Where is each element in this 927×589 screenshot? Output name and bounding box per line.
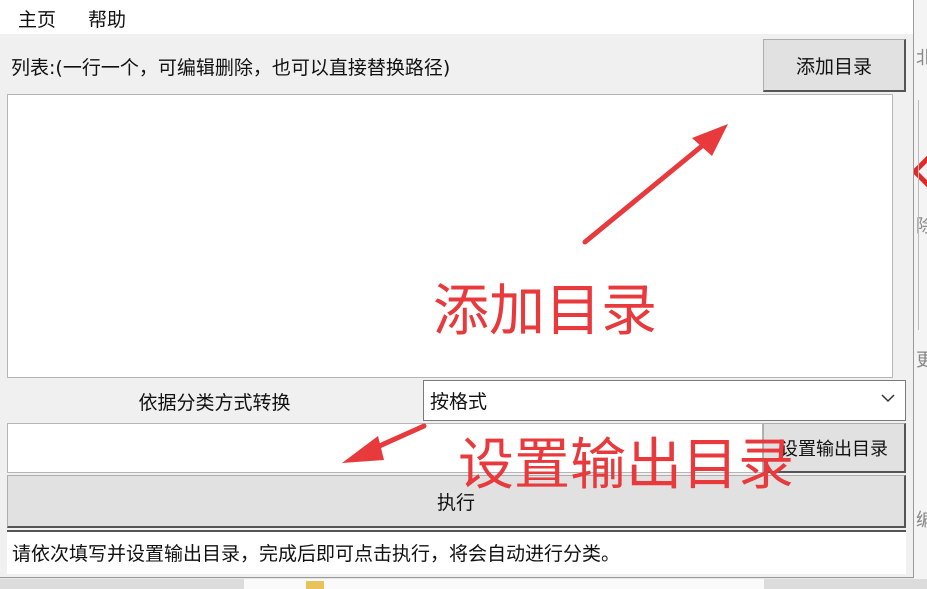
classification-mode-select[interactable]: 按格式 [423, 380, 906, 421]
status-bar: 请依次填写并设置输出目录，完成后即可点击执行，将会自动进行分类。 [7, 530, 906, 574]
classification-mode-label: 依据分类方式转换 [138, 391, 291, 414]
list-side-gap [893, 94, 913, 378]
classification-mode-value: 按格式 [430, 391, 488, 413]
background-text-fragment: 北 [916, 48, 927, 69]
menu-help[interactable]: 帮助 [88, 5, 126, 32]
menu-home[interactable]: 主页 [18, 5, 56, 32]
chevron-down-icon [881, 394, 895, 403]
folder-icon [306, 581, 324, 589]
menu-bar: 主页 帮助 [0, 0, 913, 34]
background-window-edge: 北 除 更 编 [911, 0, 927, 589]
add-directory-button[interactable]: 添加目录 [763, 39, 906, 92]
list-label: 列表:(一行一个，可编辑删除，也可以直接替换路径) [11, 57, 451, 79]
background-text-fragment: 更 [916, 350, 927, 371]
background-divider [918, 100, 919, 330]
background-text-fragment: 编 [916, 510, 927, 531]
background-desktop-strip [0, 579, 927, 589]
annotation-add-directory: 添加目录 [433, 279, 657, 344]
annotation-set-output: 设置输出目录 [458, 433, 794, 498]
